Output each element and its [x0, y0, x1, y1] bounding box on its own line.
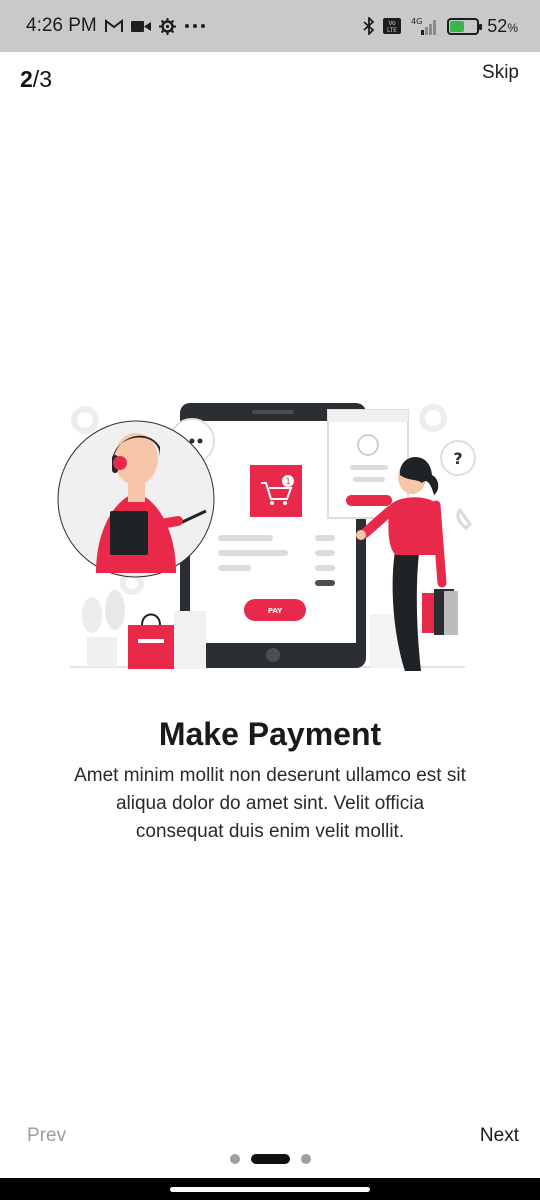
onboarding-title: Make Payment	[158, 716, 382, 752]
svg-text:LTE: LTE	[387, 27, 397, 34]
battery-percent: 52%	[487, 15, 518, 36]
network-label: 4G	[411, 17, 422, 26]
video-icon	[130, 20, 151, 33]
step-indicator: 2 / 3	[20, 66, 52, 93]
home-indicator[interactable]	[170, 1186, 370, 1192]
plant-icon	[82, 590, 125, 667]
prev-button[interactable]: Prev	[27, 1125, 66, 1147]
next-button[interactable]: Next	[480, 1125, 519, 1147]
support-agent-figure	[57, 420, 215, 578]
skip-button[interactable]: Skip	[482, 62, 519, 84]
shopping-bag-icon	[128, 611, 206, 669]
onboarding-description: Amet minim mollit non deserunt ullamco e…	[74, 765, 466, 842]
page-dot[interactable]	[300, 1154, 311, 1164]
pay-button-label: PAY	[268, 607, 283, 615]
battery-icon	[447, 17, 483, 35]
svg-text:?: ?	[453, 449, 462, 468]
signal-icon: 4G	[409, 17, 439, 35]
cart-icon: 1	[250, 465, 302, 517]
status-bar: 4:26 PM Vo LTE 4G 52%	[0, 0, 540, 52]
page-indicator	[0, 1154, 540, 1164]
page-dot-active[interactable]	[250, 1154, 290, 1164]
battery-fill	[450, 20, 464, 32]
bluetooth-icon	[363, 17, 375, 35]
question-icon: ?	[440, 440, 476, 476]
phone-icon	[456, 507, 473, 530]
status-right: Vo LTE 4G 52%	[363, 16, 518, 37]
svg-text:Vo: Vo	[389, 20, 397, 27]
status-left: 4:26 PM	[26, 15, 206, 37]
settings-icon	[158, 17, 176, 35]
step-total: 3	[39, 66, 52, 92]
cart-badge: 1	[285, 477, 290, 486]
gmail-icon	[104, 19, 123, 33]
more-icon	[184, 23, 206, 29]
step-current: 2	[20, 66, 33, 92]
status-time: 4:26 PM	[26, 15, 97, 36]
volte-icon: Vo LTE	[383, 18, 402, 34]
system-nav-bar	[0, 1178, 540, 1200]
page-dot[interactable]	[229, 1154, 240, 1164]
payment-illustration: 1 PAY ?	[50, 385, 490, 685]
